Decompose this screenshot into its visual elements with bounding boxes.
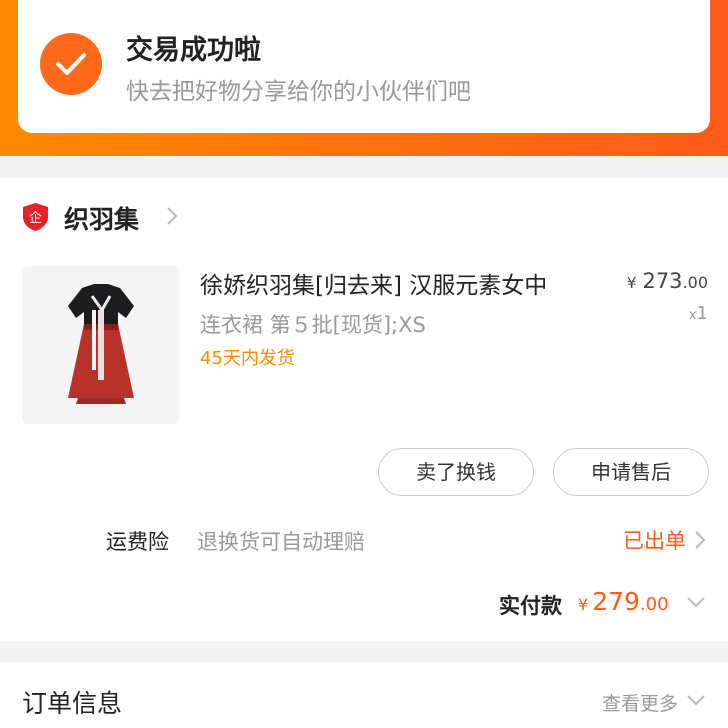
- product-title[interactable]: 徐娇织羽集[归去来] 汉服元素女中: [200, 266, 547, 300]
- view-more-link[interactable]: 查看更多: [602, 689, 678, 716]
- insurance-chevron-right-icon[interactable]: [694, 530, 706, 550]
- status-subtitle: 快去把好物分享给你的小伙伴们吧: [126, 79, 471, 105]
- quantity-value: 1: [696, 303, 708, 324]
- product-quantity: x1: [689, 303, 708, 324]
- insurance-label: 运费险: [106, 530, 169, 554]
- paid-cents: .00: [639, 594, 669, 615]
- price-cents: .00: [682, 273, 708, 292]
- paid-currency: ¥: [578, 595, 589, 614]
- paid-amount: ¥279.00: [578, 587, 669, 616]
- price-integer: 273: [642, 269, 683, 293]
- insurance-status[interactable]: 已出单: [623, 525, 686, 555]
- product-price: ¥273.00: [627, 269, 708, 293]
- currency-symbol: ¥: [626, 274, 637, 292]
- shop-name[interactable]: 织羽集: [64, 200, 139, 236]
- svg-text:企: 企: [29, 210, 42, 226]
- delivery-note: 45天内发货: [200, 348, 295, 369]
- product-image[interactable]: [22, 266, 180, 424]
- paid-label: 实付款: [499, 594, 562, 618]
- paid-integer: 279: [592, 587, 640, 616]
- quantity-prefix: x: [688, 308, 697, 323]
- order-info-card: 订单信息 查看更多: [0, 662, 728, 728]
- aftersale-button[interactable]: 申请售后: [553, 448, 709, 496]
- sell-button[interactable]: 卖了换钱: [378, 448, 534, 496]
- status-card: 交易成功啦 快去把好物分享给你的小伙伴们吧: [18, 0, 710, 133]
- status-title: 交易成功啦: [126, 35, 261, 66]
- order-card: 企 织羽集 徐娇织羽集[归去来] 汉服元素女中 连衣裙 第５批[现货];XS 4…: [0, 178, 728, 641]
- enterprise-shield-icon: 企: [22, 202, 49, 232]
- order-info-title: 订单信息: [22, 689, 123, 718]
- shop-chevron-right-icon[interactable]: [166, 206, 178, 226]
- paid-chevron-down-icon[interactable]: [686, 596, 706, 608]
- view-more-chevron-down-icon[interactable]: [686, 694, 706, 706]
- success-check-icon: [40, 33, 102, 95]
- product-spec: 连衣裙 第５批[现货];XS: [200, 313, 426, 337]
- insurance-description: 退换货可自动理赔: [197, 530, 365, 554]
